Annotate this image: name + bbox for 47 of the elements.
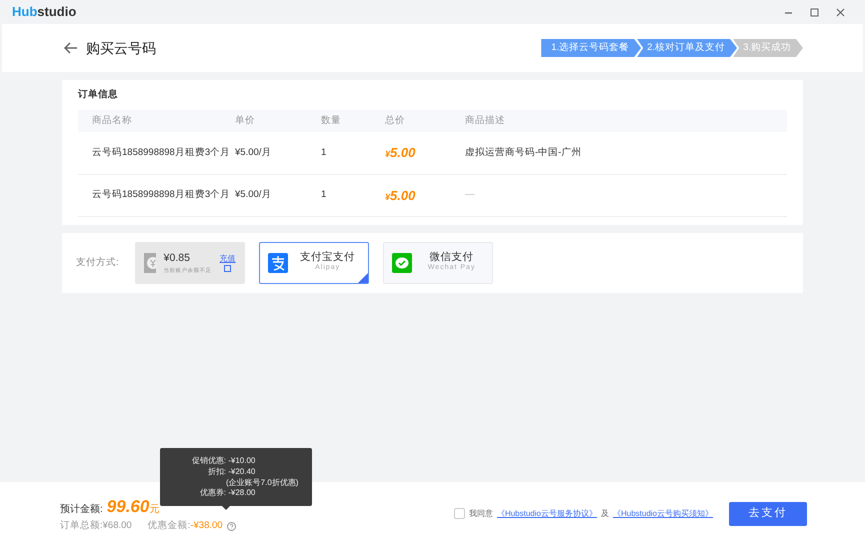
price-amount: ¥5.00	[385, 188, 416, 202]
agree-text: 我同意	[468, 508, 493, 520]
alipay-icon	[268, 252, 288, 273]
table-cell: ¥5.00/月	[234, 174, 320, 216]
purchase-notice-link[interactable]: 《Hubstudio云号购买须知》	[612, 508, 713, 520]
progress-step: 2.核对订单及支付	[637, 39, 738, 57]
table-cell: 云号码1858998898月租费3个月	[78, 132, 234, 174]
column-header: 总价	[384, 110, 464, 132]
column-header: 单价	[234, 110, 320, 132]
progress-step: 1.选择云号码套餐	[541, 39, 642, 57]
section-title: 订单信息	[78, 88, 119, 102]
table-cell: —	[464, 174, 787, 216]
discount-label: 优惠金额:	[148, 519, 190, 534]
and-text: 及	[600, 508, 609, 520]
wechat-icon	[392, 252, 412, 273]
discount-amount: -¥38.00	[190, 519, 223, 534]
tooltip-line: 促销优惠: -¥10.00	[190, 456, 256, 467]
table-cell: ¥5.00/月	[234, 132, 320, 174]
maximize-icon	[810, 8, 818, 16]
app-logo: Hubstudio	[12, 3, 76, 22]
table-cell: 1	[320, 132, 384, 174]
service-agreement-link[interactable]: 《Hubstudio云号服务协议》	[496, 508, 597, 520]
table-cell: 虚拟运营商号码-中国-广州	[464, 132, 787, 174]
close-icon	[836, 8, 844, 16]
order-total: 订单总额:¥68.00	[60, 519, 132, 534]
payment-name: 微信支付	[428, 252, 475, 264]
back-arrow-icon[interactable]	[64, 42, 78, 54]
column-header: 商品描述	[464, 110, 787, 132]
tooltip-note: (企业账号7.0折优惠)	[225, 478, 298, 488]
agree-checkbox[interactable]	[454, 508, 465, 519]
tooltip-line: 折扣: -¥20.40	[206, 466, 256, 478]
selected-corner-icon	[358, 272, 368, 283]
tooltip-line: 优惠券: -¥28.00	[198, 488, 256, 500]
payment-name: 支付宝支付	[299, 252, 356, 264]
payment-label: 支付方式:	[76, 256, 119, 270]
balance-amount: ¥0.85	[164, 250, 191, 266]
column-header: 商品名称	[78, 110, 234, 132]
table-cell: 云号码1858998898月租费3个月	[78, 174, 234, 216]
help-icon[interactable]	[226, 522, 236, 531]
table-cell: 1	[320, 174, 384, 216]
estimate-amount: 99.60	[106, 496, 150, 518]
pay-button[interactable]: 去支付	[729, 502, 807, 526]
page-title: 购买云号码	[86, 38, 156, 58]
estimate-label: 预计金额:	[60, 502, 103, 517]
column-header: 数量	[320, 110, 384, 132]
currency-unit: 元	[149, 504, 160, 517]
price-amount: ¥5.00	[385, 145, 416, 160]
